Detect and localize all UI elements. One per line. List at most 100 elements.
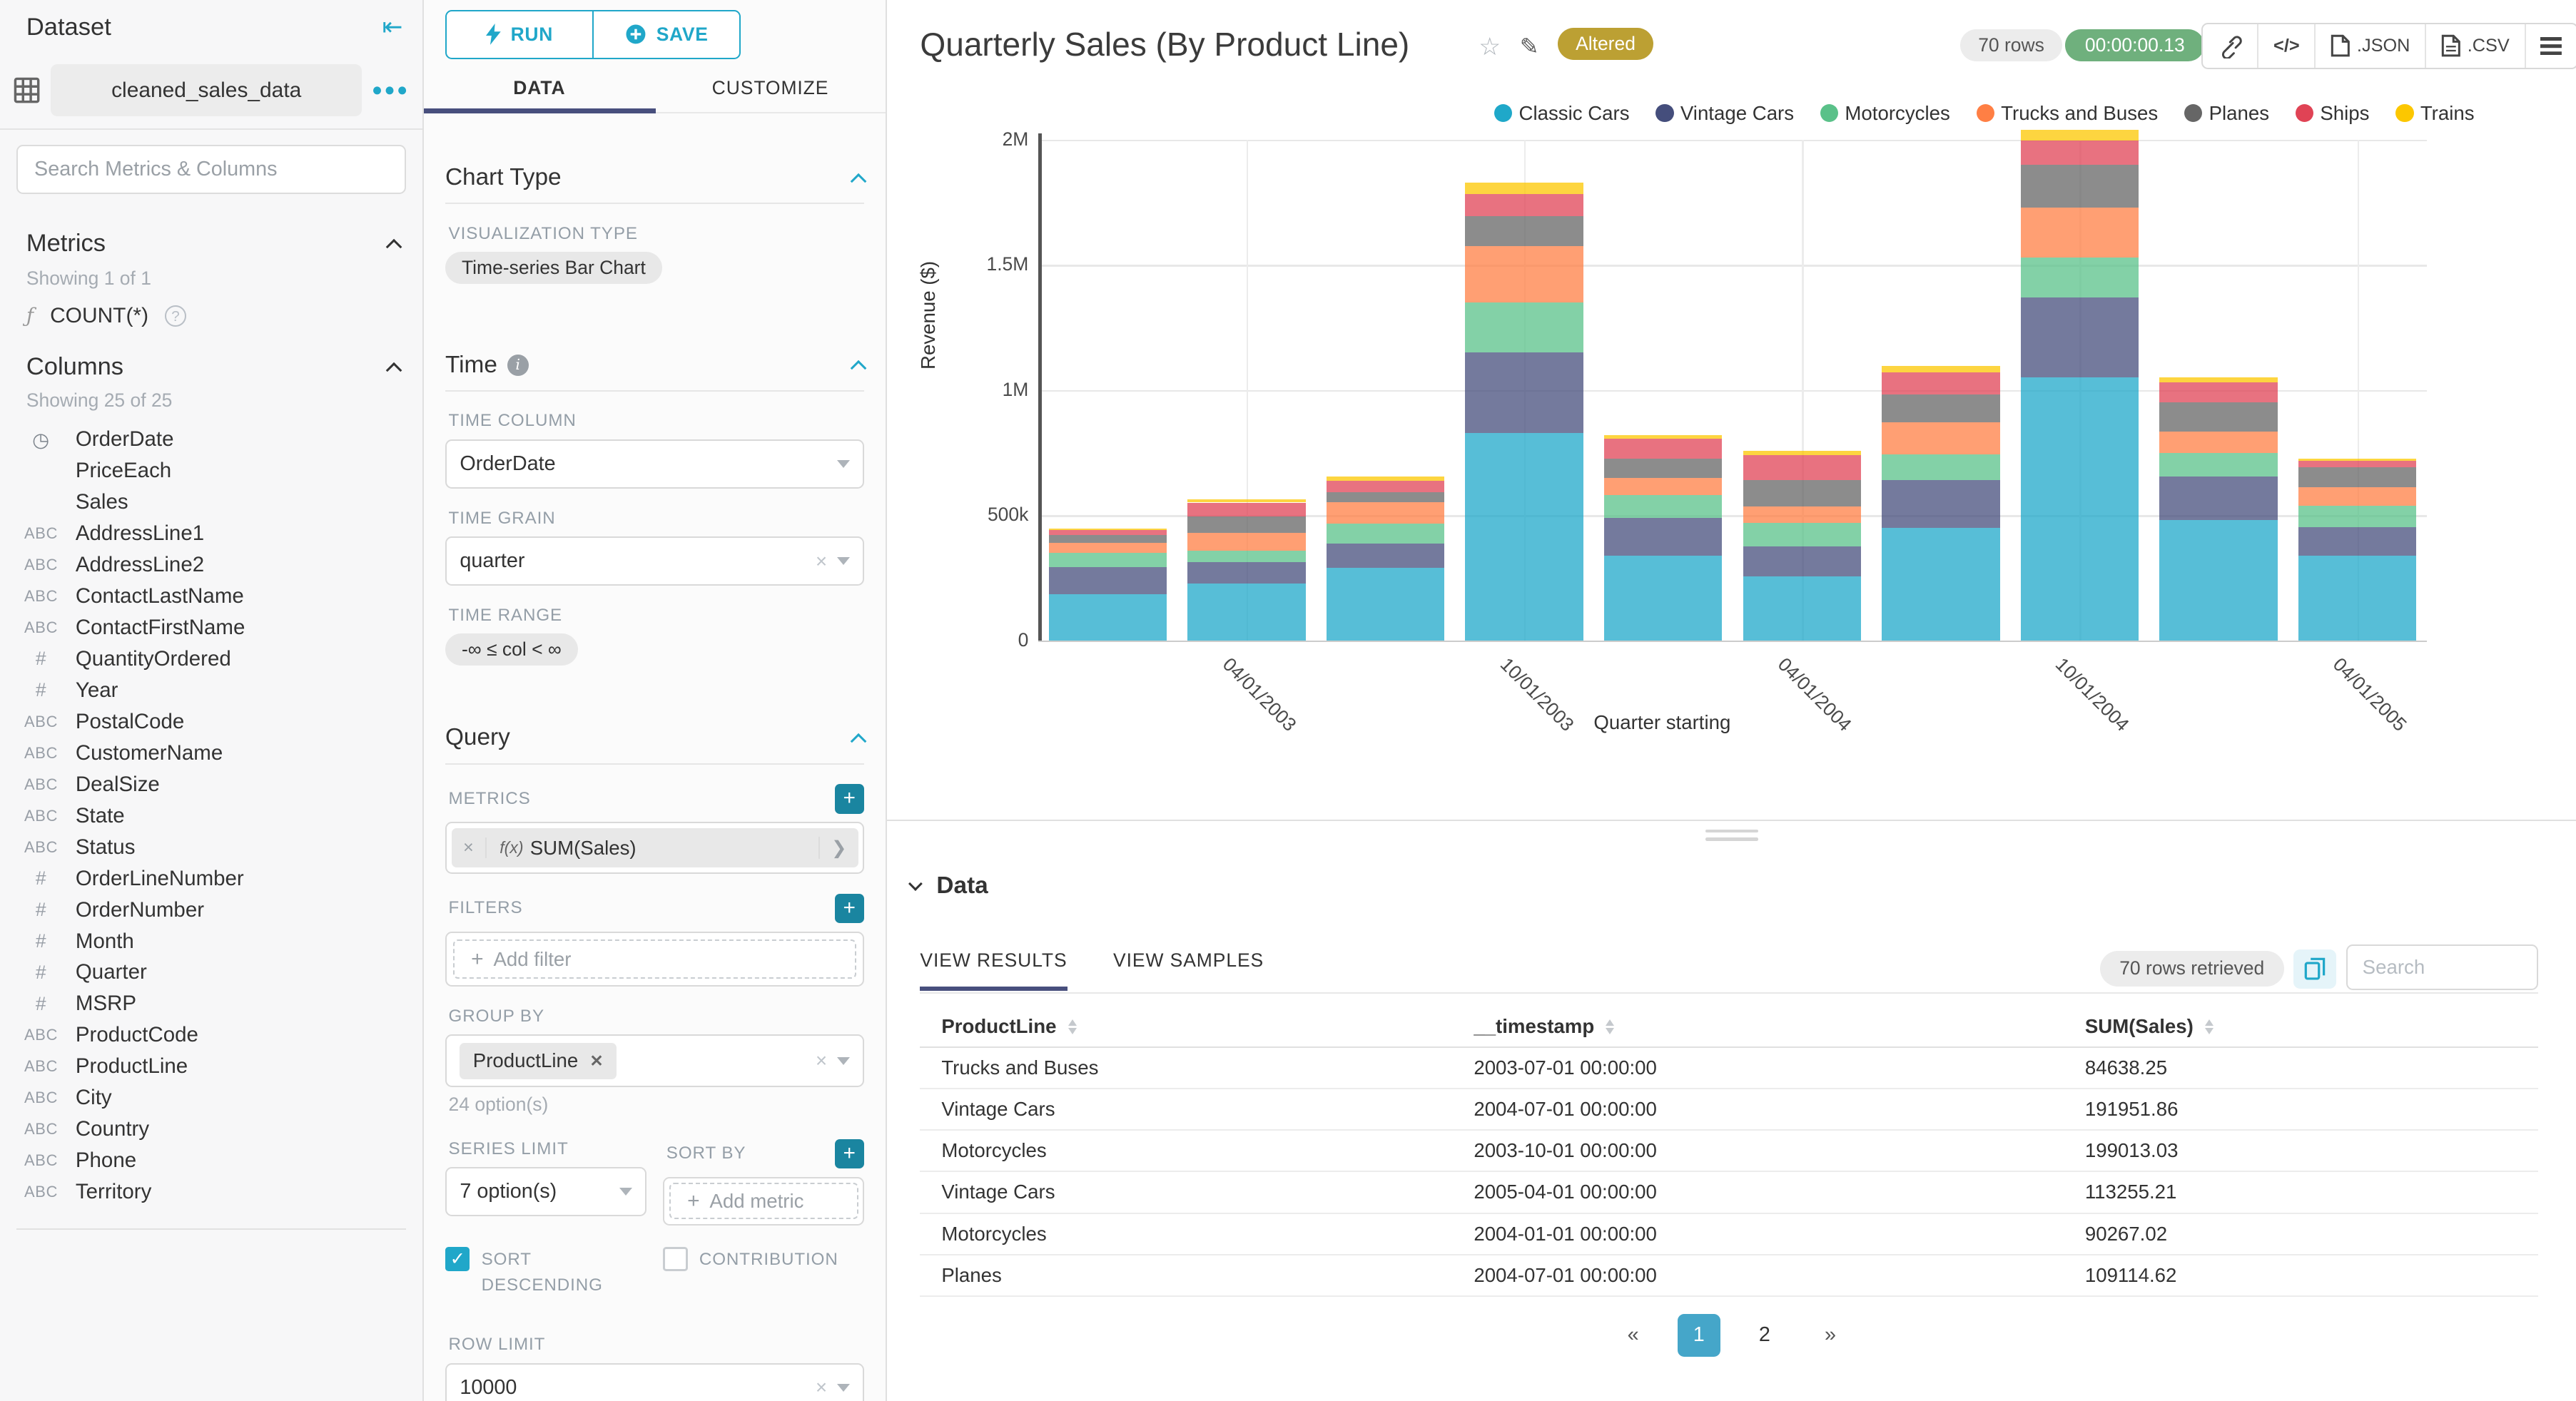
bar-segment[interactable] (2020, 297, 2139, 378)
bar-segment[interactable] (2020, 130, 2139, 141)
chevron-right-icon[interactable]: ❯ (818, 837, 858, 860)
bar-segment[interactable] (2159, 402, 2278, 432)
bar-segment[interactable] (2159, 377, 2278, 383)
table-row[interactable]: Trucks and Buses 2003-07-01 00:00:00 84638… (920, 1048, 2539, 1090)
bar-segment[interactable] (1048, 542, 1167, 554)
row-limit-select[interactable]: 10000 × (445, 1362, 865, 1401)
bar-segment[interactable] (1326, 477, 1445, 481)
tab-customize[interactable]: CUSTOMIZE (655, 69, 886, 112)
bar-segment[interactable] (1187, 562, 1306, 584)
bar-segment[interactable] (1465, 302, 1583, 353)
table-row[interactable]: Vintage Cars 2005-04-01 00:00:00 113255.21 (920, 1172, 2539, 1214)
column-item[interactable]: # OrderNumber (0, 895, 416, 926)
bar-segment[interactable] (2159, 520, 2278, 641)
column-item[interactable]: ABC AddressLine1 (0, 518, 416, 549)
bar-segment[interactable] (1465, 193, 1583, 217)
bar-segment[interactable] (1326, 480, 1445, 492)
tab-data[interactable]: DATA (424, 69, 655, 112)
column-item[interactable]: # Quarter (0, 957, 416, 989)
run-button[interactable]: RUN (447, 11, 592, 58)
bar-segment[interactable] (1465, 246, 1583, 303)
bar-segment[interactable] (2020, 164, 2139, 208)
bar-segment[interactable] (1187, 502, 1306, 517)
collapse-data-icon[interactable] (908, 877, 923, 892)
pagination-page[interactable]: 1 (1677, 1314, 1720, 1357)
pagination-prev[interactable]: « (1612, 1323, 1655, 1347)
results-search-input[interactable] (2346, 944, 2539, 991)
bar-segment[interactable] (1187, 551, 1306, 563)
dataset-more-icon[interactable]: ●●● (372, 80, 410, 101)
sort-descending-checkbox[interactable]: ✓ (445, 1246, 470, 1272)
column-item[interactable]: ABC Status (0, 832, 416, 863)
collapse-sidebar-icon[interactable]: ⇤ (382, 13, 402, 41)
sort-icon[interactable] (2204, 1019, 2214, 1034)
column-item[interactable]: ABC City (0, 1082, 416, 1114)
resize-drag-handle[interactable] (1705, 829, 1758, 846)
bar-segment[interactable] (1326, 523, 1445, 544)
bar-segment[interactable] (2298, 555, 2417, 641)
pagination-page[interactable]: 2 (1743, 1323, 1786, 1347)
tab-view-results[interactable]: VIEW RESULTS (920, 949, 1068, 991)
column-item[interactable]: # QuantityOrdered (0, 643, 416, 675)
bar-segment[interactable] (1048, 535, 1167, 543)
bar-segment[interactable] (2020, 207, 2139, 258)
bar-segment[interactable] (1326, 568, 1445, 641)
clear-icon[interactable]: × (816, 1049, 827, 1072)
bar-segment[interactable] (1743, 576, 1861, 641)
bar-segment[interactable] (2298, 526, 2417, 556)
series-limit-select[interactable]: 7 option(s) (445, 1167, 647, 1217)
bar-segment[interactable] (2298, 460, 2417, 467)
sort-icon[interactable] (1606, 1019, 1615, 1034)
column-item[interactable]: ABC Phone (0, 1145, 416, 1176)
bar-segment[interactable] (1604, 477, 1723, 496)
bar-segment[interactable] (1743, 522, 1861, 547)
bar-segment[interactable] (1882, 366, 2000, 372)
add-sort-metric-button[interactable]: + (834, 1138, 865, 1168)
column-header[interactable]: __timestamp (1474, 1015, 1594, 1038)
column-header[interactable]: ProductLine (941, 1015, 1056, 1038)
bar-segment[interactable] (1604, 439, 1723, 459)
save-button[interactable]: SAVE (592, 11, 739, 58)
bar-segment[interactable] (1048, 553, 1167, 568)
bar-segment[interactable] (1048, 530, 1167, 536)
bar-segment[interactable] (1048, 567, 1167, 594)
bar-segment[interactable] (1604, 495, 1723, 518)
bar-segment[interactable] (1882, 454, 2000, 480)
bar-segment[interactable] (1882, 422, 2000, 455)
column-item[interactable]: PriceEach (0, 455, 416, 486)
bar-segment[interactable] (1465, 352, 1583, 433)
column-item[interactable]: # MSRP (0, 988, 416, 1019)
chevron-up-icon[interactable] (850, 733, 867, 750)
bar-segment[interactable] (2159, 382, 2278, 403)
bar-segment[interactable] (1882, 479, 2000, 528)
bar-segment[interactable] (2298, 458, 2417, 461)
bar-segment[interactable] (1743, 506, 1861, 523)
bar-segment[interactable] (1882, 372, 2000, 395)
chevron-up-icon[interactable] (850, 360, 867, 377)
column-item[interactable]: ◷ OrderDate (0, 424, 416, 455)
bar-segment[interactable] (1465, 216, 1583, 247)
bar-segment[interactable] (1882, 527, 2000, 641)
column-item[interactable]: ABC CustomerName (0, 738, 416, 769)
help-icon[interactable]: ? (165, 305, 186, 327)
chevron-up-icon[interactable] (385, 239, 402, 255)
time-range-value[interactable]: -∞ ≤ col < ∞ (445, 633, 578, 666)
add-metric-button[interactable]: + (834, 784, 865, 814)
column-item[interactable]: ABC ContactLastName (0, 581, 416, 612)
chevron-up-icon[interactable] (385, 362, 402, 379)
bar-segment[interactable] (1743, 546, 1861, 577)
bar-segment[interactable] (1326, 544, 1445, 569)
metric-chip[interactable]: × f(x) SUM(Sales) ❯ (451, 827, 858, 868)
remove-chip-icon[interactable]: ✕ (589, 1051, 603, 1071)
time-column-select[interactable]: OrderDate (445, 439, 865, 489)
bar-segment[interactable] (1465, 432, 1583, 641)
sidebar-search-input[interactable] (16, 144, 407, 194)
pagination-next[interactable]: » (1809, 1323, 1852, 1347)
column-item[interactable]: Sales (0, 486, 416, 518)
bar-segment[interactable] (1187, 516, 1306, 533)
column-item[interactable]: ABC ContactFirstName (0, 612, 416, 643)
table-row[interactable]: Motorcycles 2004-01-01 00:00:00 90267.02 (920, 1214, 2539, 1255)
time-grain-select[interactable]: quarter × (445, 536, 865, 586)
column-item[interactable]: ABC State (0, 800, 416, 832)
clear-icon[interactable]: × (816, 1376, 827, 1399)
